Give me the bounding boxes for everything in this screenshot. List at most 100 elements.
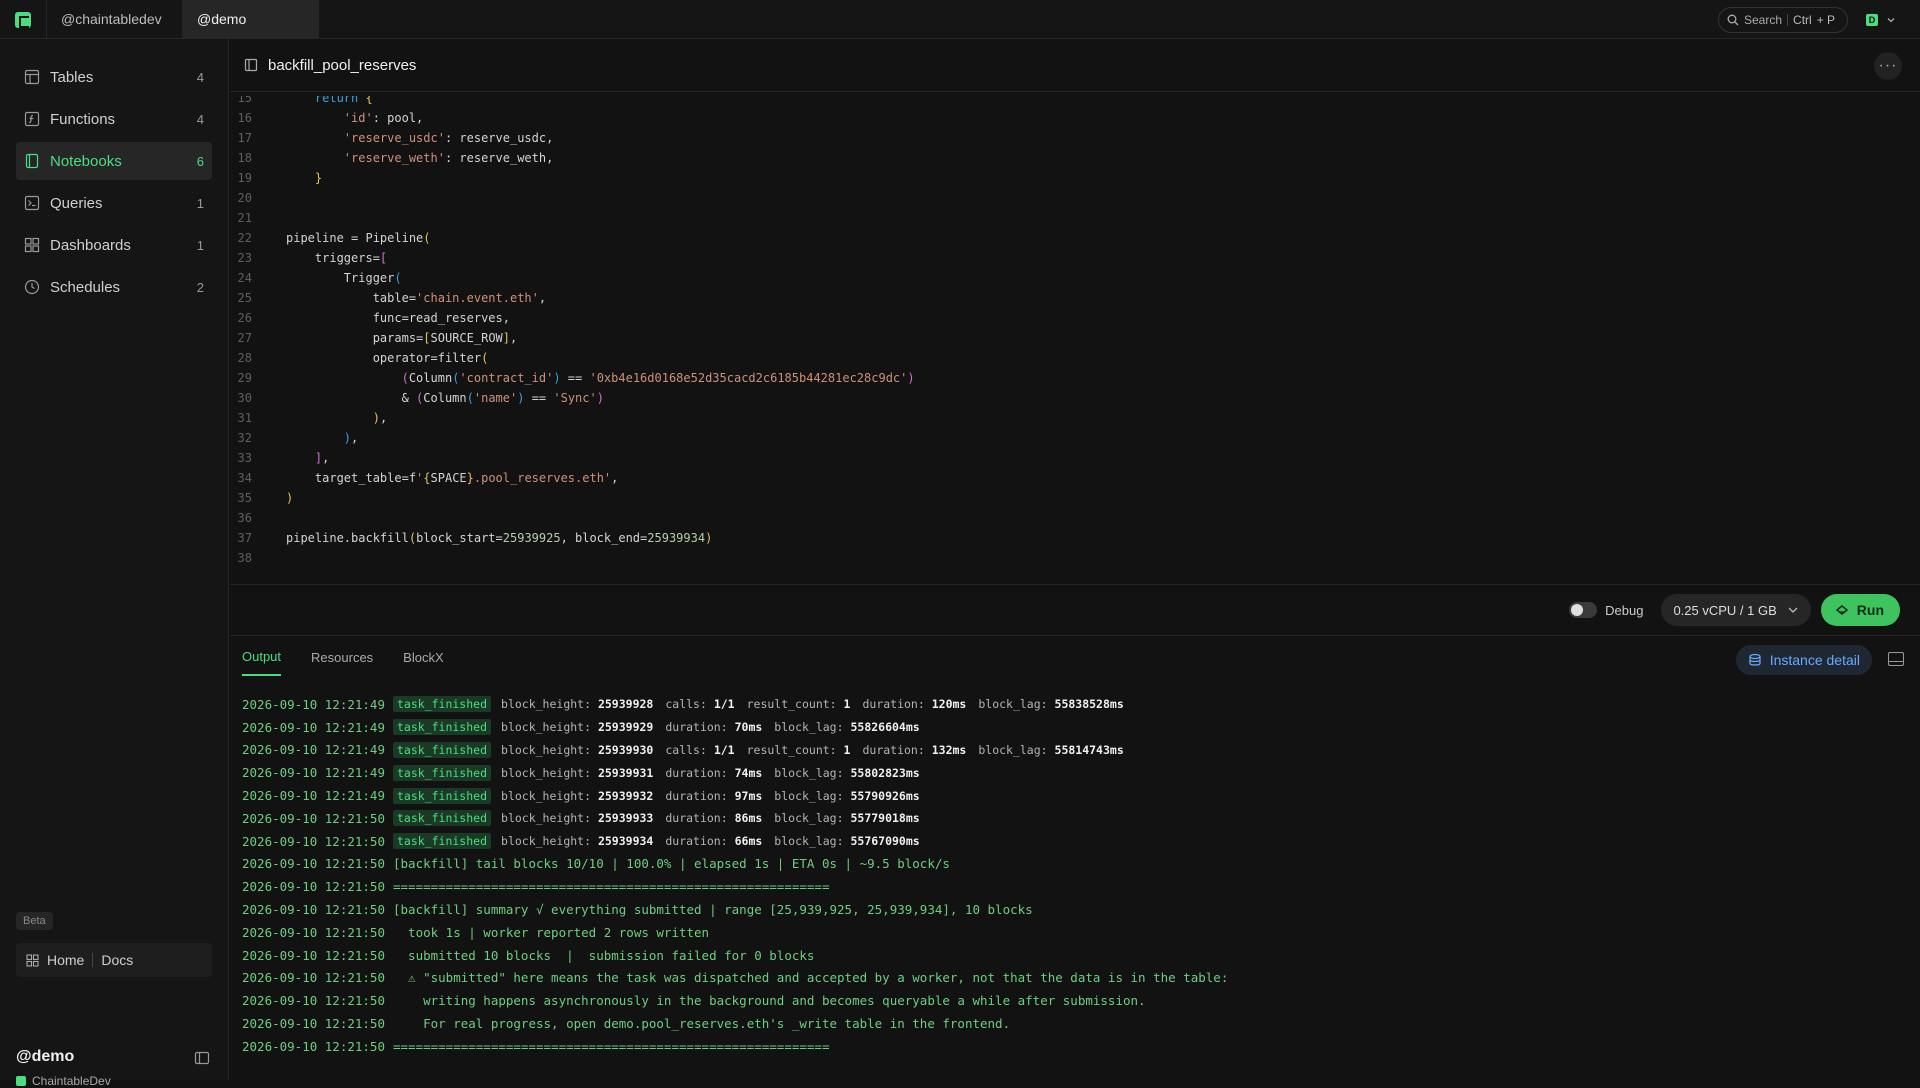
code-line[interactable]: 26 func=read_reserves,	[230, 308, 510, 328]
sidebar-item-tables[interactable]: Tables 4	[16, 58, 212, 96]
code-line[interactable]: 23 triggers=[	[230, 248, 388, 268]
code-editor[interactable]: 15 return {16 'id': pool, 17 'reserve_usd…	[230, 96, 1920, 584]
log-message: ========================================…	[393, 1038, 830, 1054]
code-line[interactable]: 18 'reserve_weth': reserve_weth,	[230, 148, 554, 168]
tab-demo[interactable]: @demo	[183, 0, 319, 38]
app-logo[interactable]	[0, 0, 47, 39]
tab-chaintabledev[interactable]: @chaintabledev	[47, 0, 183, 38]
ellipsis-icon: ···	[1878, 57, 1898, 74]
code-line[interactable]: 31 ),	[230, 408, 388, 428]
code-text: )	[286, 491, 294, 505]
code-line[interactable]: 32 ),	[230, 428, 359, 448]
log-row: 2026-09-10 12:21:50 =====================…	[242, 1035, 1902, 1058]
log-key: result_count:	[746, 742, 844, 757]
code-line[interactable]: 27 params=[SOURCE_ROW],	[230, 328, 518, 348]
run-button[interactable]: Run	[1820, 594, 1900, 626]
resource-select[interactable]: 0.25 vCPU / 1 GB	[1661, 594, 1811, 626]
sidebar-item-functions[interactable]: Functions 4	[16, 100, 212, 138]
notebook-panel-icon[interactable]	[244, 58, 258, 72]
panel-toggle-icon[interactable]	[1888, 652, 1904, 666]
more-options-button[interactable]: ···	[1874, 52, 1902, 80]
search-label: Search	[1744, 13, 1783, 27]
log-message: ⚠ "submitted" here means the task was di…	[393, 970, 1229, 986]
code-line[interactable]: 19 }	[230, 168, 323, 188]
line-number: 35	[237, 491, 252, 505]
space-org[interactable]: ChaintableDev	[16, 1074, 111, 1088]
tab-output[interactable]: Output	[242, 639, 282, 676]
code-line[interactable]: 33 ],	[230, 448, 330, 468]
log-key: block_lag:	[978, 697, 1055, 712]
home-link[interactable]: Home	[47, 952, 84, 968]
code-line[interactable]: 34 target_table=f'{SPACE}.pool_reserves.…	[230, 468, 619, 488]
sidebar-item-queries[interactable]: Queries 1	[16, 184, 212, 222]
code-line[interactable]: 38	[230, 548, 286, 568]
instance-detail-button[interactable]: Instance detail	[1735, 645, 1872, 675]
log-key: block_height:	[501, 720, 598, 735]
log-key: duration:	[665, 765, 735, 780]
sidebar-collapse-icon[interactable]	[194, 1050, 210, 1066]
code-line[interactable]: 29 (Column('contract_id') == '0xb4e16d01…	[230, 368, 915, 388]
log-key: block_lag:	[774, 811, 851, 826]
log-row: 2026-09-10 12:21:49 task_finished block_he…	[242, 761, 1902, 784]
code-line[interactable]: 37 pipeline.backfill(block_start=25939925…	[230, 528, 713, 548]
log-key: duration:	[665, 720, 735, 735]
log-key: calls:	[665, 697, 714, 712]
line-number: 20	[237, 191, 252, 205]
code-text: ),	[343, 431, 359, 445]
sidebar-item-schedules[interactable]: Schedules 2	[16, 268, 212, 306]
sidebar-item-label: Notebooks	[50, 152, 122, 170]
code-line[interactable]: 16 'id': pool,	[230, 108, 424, 128]
log-timestamp: 2026-09-10 12:21:49	[242, 788, 385, 804]
top-bar: @chaintabledev @demo Search Ctrl + P D	[0, 0, 1920, 39]
tab-resources[interactable]: Resources	[311, 640, 373, 675]
line-number: 31	[237, 411, 252, 425]
code-text: pipeline = Pipeline(	[286, 231, 431, 245]
sidebar-item-notebooks[interactable]: Notebooks 6	[16, 142, 212, 180]
log-value: 25939933	[597, 811, 654, 826]
sidebar-item-count: 4	[196, 111, 204, 127]
code-line[interactable]: 24 Trigger(	[230, 268, 402, 288]
log-row: 2026-09-10 12:21:50 [backfill] summary √ …	[242, 898, 1902, 921]
line-number: 32	[237, 431, 252, 445]
code-text: 'reserve_usdc': reserve_usdc,	[343, 131, 554, 145]
status-badge: task_finished	[393, 810, 492, 827]
tab-label: @demo	[197, 11, 247, 27]
search-button[interactable]: Search Ctrl + P	[1718, 7, 1848, 33]
code-line[interactable]: 25 table='chain.event.eth',	[230, 288, 547, 308]
line-number: 24	[237, 271, 252, 285]
code-line[interactable]: 15 return {	[230, 96, 373, 108]
code-text: func=read_reserves,	[286, 311, 510, 325]
log-message: submitted 10 blocks | submission failed …	[393, 947, 815, 963]
sidebar-item-dashboards[interactable]: Dashboards 1	[16, 226, 212, 264]
code-line[interactable]: 17 'reserve_usdc': reserve_usdc,	[230, 128, 554, 148]
line-number: 23	[237, 251, 252, 265]
sidebar-item-label: Functions	[50, 110, 116, 128]
search-divider	[1787, 14, 1789, 26]
debug-toggle[interactable]: Debug	[1569, 602, 1643, 618]
space-name[interactable]: @demo	[16, 1048, 74, 1066]
log-key: block_lag:	[774, 788, 851, 803]
code-line[interactable]: 35)	[230, 488, 294, 508]
code-text: }	[314, 171, 323, 185]
code-text: pipeline.backfill(block_start=25939925, …	[286, 531, 713, 545]
code-line[interactable]: 22 pipeline = Pipeline(	[230, 228, 431, 248]
run-icon	[1835, 605, 1848, 615]
code-line[interactable]: 36	[230, 508, 286, 528]
status-badge: task_finished	[393, 764, 492, 781]
clock-icon	[24, 279, 40, 295]
debug-switch[interactable]	[1569, 602, 1598, 618]
log-timestamp: 2026-09-10 12:21:50	[242, 1016, 385, 1032]
chevron-down-icon	[1887, 18, 1895, 23]
code-line[interactable]: 30 & (Column('name') == 'Sync')	[230, 388, 604, 408]
account-menu[interactable]: D	[1866, 14, 1896, 26]
code-line[interactable]: 20	[230, 188, 286, 208]
log-key: duration:	[862, 697, 932, 712]
docs-link[interactable]: Docs	[101, 952, 133, 968]
code-line[interactable]: 21	[230, 208, 286, 228]
tab-blockx[interactable]: BlockX	[403, 640, 443, 675]
code-line[interactable]: 28 operator=filter(	[230, 348, 489, 368]
main-area: backfill_pool_reserves ··· 15 return {16…	[230, 39, 1920, 1080]
org-icon	[16, 1076, 26, 1086]
code-text: Trigger(	[286, 271, 402, 285]
log-key: block_lag:	[774, 834, 851, 849]
